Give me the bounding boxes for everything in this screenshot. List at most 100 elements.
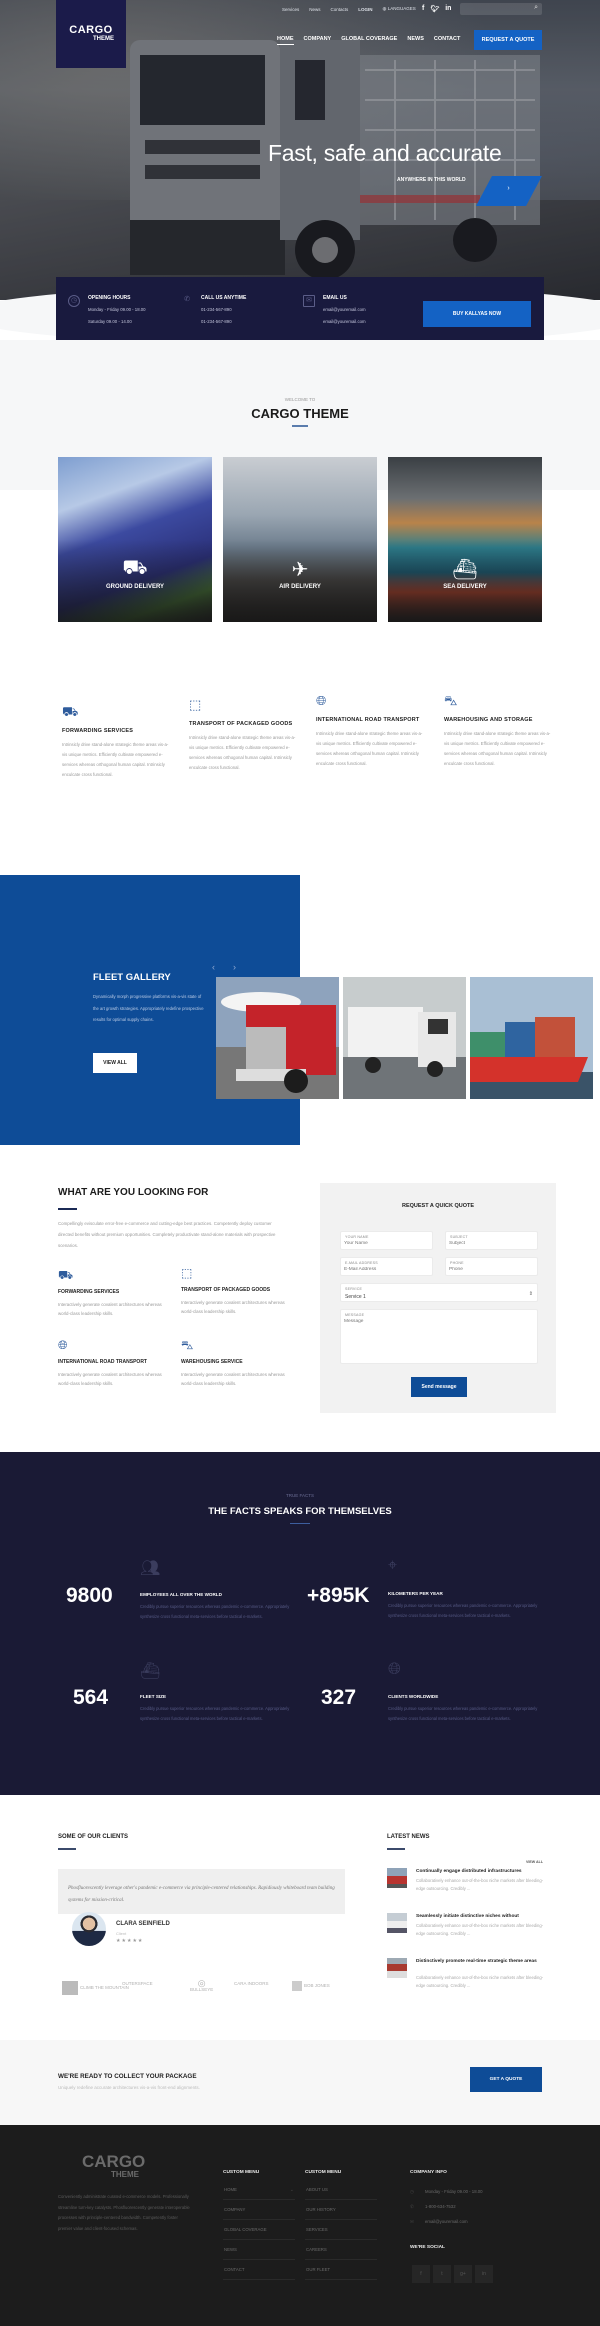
news-thumbnail[interactable] — [387, 1913, 407, 1933]
truck-icon: ⛟ — [122, 557, 148, 579]
footer-link-label: CAREERS — [306, 2247, 327, 2252]
service-item-title: TRANSPORT OF PACKAGED GOODS — [181, 1287, 271, 1293]
email-address[interactable]: email@youremail.com — [323, 319, 366, 324]
client-logo[interactable]: CARA INDOORS — [234, 1981, 269, 1986]
clients-title: SOME OF OUR CLIENTS — [58, 1834, 129, 1840]
message-textarea[interactable] — [344, 1319, 532, 1359]
envelope-icon: ✉ — [410, 2219, 414, 2224]
envelope-icon: ✉ — [303, 295, 315, 307]
client-logo[interactable]: ◎ BULLSEYE — [190, 1979, 214, 1993]
email-input[interactable] — [344, 1267, 427, 1272]
white-truck-image[interactable] — [343, 977, 466, 1099]
footer-menu-title: CUSTOM MENU — [223, 2170, 260, 2175]
news-thumbnail[interactable] — [387, 1868, 407, 1888]
subject-field[interactable]: SUBJECT — [445, 1231, 538, 1250]
twitter-icon[interactable]: 🐦︎ — [430, 5, 439, 13]
google-plus-icon[interactable]: g+ — [454, 2265, 472, 2283]
site-logo[interactable]: CARGO THEME — [56, 0, 126, 68]
call-us-title: CALL US ANYTIME — [201, 295, 247, 301]
footer-link[interactable]: OUR HISTORY — [305, 2200, 377, 2220]
package-icon: ⬚ — [189, 697, 202, 712]
search-input[interactable]: ⌕ — [460, 3, 542, 15]
service-card-ground[interactable]: ⛟ GROUND DELIVERY — [58, 457, 212, 622]
buy-now-button[interactable]: BUY KALLYAS NOW — [423, 301, 531, 327]
email-field[interactable]: E-MAIL ADDRESS — [340, 1257, 433, 1276]
service-card-sea[interactable]: ⛴ SEA DELIVERY — [388, 457, 542, 622]
login-link[interactable]: LOGIN — [358, 7, 372, 12]
language-selector[interactable]: ◍ LANGUAGES — [383, 6, 416, 12]
footer-link[interactable]: CAREERS — [305, 2240, 377, 2260]
client-logo[interactable]: BOB JONES — [292, 1981, 330, 1991]
feature-title: INTERNATIONAL ROAD TRANSPORT — [316, 717, 420, 723]
top-link-news[interactable]: News — [309, 7, 320, 12]
red-truck-image[interactable] — [216, 977, 339, 1099]
card-shade — [223, 457, 377, 622]
footer-link[interactable]: ABOUT US — [305, 2180, 377, 2200]
news-headline[interactable]: Seamlessly initiate distinctive niches w… — [416, 1913, 546, 1920]
footer-link[interactable]: HOME ⌄ — [223, 2180, 295, 2200]
send-message-button[interactable]: Send message — [411, 1377, 467, 1397]
nav-home[interactable]: HOME — [277, 36, 294, 45]
client-logo-label: BULLSEYE — [190, 1987, 214, 1992]
top-link-services[interactable]: Services — [282, 7, 299, 12]
twitter-icon[interactable]: t — [433, 2265, 451, 2283]
search-icon[interactable]: ⌕ — [534, 4, 538, 12]
top-link-contacts[interactable]: Contacts — [331, 7, 349, 12]
cargo-ship-image[interactable] — [470, 977, 593, 1099]
footer-link[interactable]: GLOBAL COVERAGE — [223, 2220, 295, 2240]
footer-link[interactable]: SERVICES — [305, 2220, 377, 2240]
request-quote-button[interactable]: REQUEST A QUOTE — [474, 30, 542, 50]
gallery-prev-button[interactable]: ‹ — [212, 962, 215, 972]
footer-link[interactable]: COMPANY — [223, 2200, 295, 2220]
footer-email[interactable]: ✉ email@youremail.com — [410, 2219, 468, 2225]
nav-contact[interactable]: CONTACT — [434, 36, 460, 45]
nav-news[interactable]: NEWS — [407, 36, 424, 45]
forklift-icon: ⛍ — [181, 1338, 194, 1352]
view-all-button[interactable]: VIEW ALL — [93, 1053, 137, 1073]
facebook-icon[interactable]: f — [412, 2265, 430, 2283]
main-nav: HOME COMPANY GLOBAL COVERAGE NEWS CONTAC… — [277, 36, 460, 45]
phone-number[interactable]: 01-234-567-890 — [201, 307, 246, 312]
name-input[interactable] — [344, 1241, 427, 1246]
get-quote-button[interactable]: GET A QUOTE — [470, 2067, 542, 2092]
nav-global-coverage[interactable]: GLOBAL COVERAGE — [341, 36, 397, 45]
footer-logo[interactable]: CARGO — [82, 2152, 145, 2172]
message-field[interactable]: MESSAGE — [340, 1309, 538, 1364]
company-info-title: COMPANY INFO — [410, 2170, 447, 2175]
feature-text: Intrinsicly drive stand-alone strategic … — [62, 742, 169, 777]
opening-hours-line: Saturday 09.00 - 14.00 — [88, 319, 132, 324]
footer-phone[interactable]: ✆ 1-800-634-7532 — [410, 2204, 456, 2210]
subject-input[interactable] — [449, 1241, 532, 1246]
name-field[interactable]: YOUR NAME — [340, 1231, 433, 1250]
ship-icon: ⛴ — [452, 559, 478, 581]
footer-link[interactable]: NEWS — [223, 2240, 295, 2260]
footer-link[interactable]: OUR FLEET — [305, 2260, 377, 2280]
logo-mark — [62, 1981, 78, 1995]
phone-field[interactable]: PHONE — [445, 1257, 538, 1276]
top-social: f 🐦︎ in — [422, 5, 451, 13]
view-all-news-link[interactable]: VIEW ALL — [526, 1860, 543, 1864]
footer-about-text: Conveniently administrate curated e-comm… — [58, 2194, 190, 2231]
phone-number[interactable]: 01-234-567-890 — [201, 319, 246, 324]
linkedin-icon[interactable]: in — [475, 2265, 493, 2283]
phone-input[interactable] — [449, 1267, 532, 1272]
service-select[interactable]: SERVICE Service 1 ⇕ — [340, 1283, 538, 1302]
globe-icon: 🌐︎ — [316, 693, 327, 708]
gallery-next-button[interactable]: › — [233, 962, 236, 972]
facts-section — [0, 1452, 600, 1795]
news-headline[interactable]: Continually engage distributed infrastru… — [416, 1868, 546, 1875]
linkedin-icon[interactable]: in — [445, 5, 451, 13]
facebook-icon[interactable]: f — [422, 5, 424, 13]
service-card-air[interactable]: ✈ AIR DELIVERY — [223, 457, 377, 622]
client-logo[interactable]: CLIMB THE MOUNTAIN — [62, 1981, 129, 1995]
news-headline[interactable]: Distinctively promote real-time strategi… — [416, 1958, 546, 1965]
news-thumbnail[interactable] — [387, 1958, 407, 1978]
footer-link[interactable]: CONTACT — [223, 2260, 295, 2280]
card-shade — [58, 457, 212, 622]
client-logo[interactable]: OUTERSPACE — [122, 1981, 153, 1986]
email-address[interactable]: email@youremail.com — [323, 307, 366, 312]
nav-company[interactable]: COMPANY — [304, 36, 332, 45]
fact-title: EMPLOYEES ALL OVER THE WORLD — [140, 1592, 222, 1597]
phone-icon: ✆ — [184, 296, 190, 303]
service-item: ⛍ WAREHOUSING SERVICE Interactively gene… — [181, 1338, 291, 1388]
